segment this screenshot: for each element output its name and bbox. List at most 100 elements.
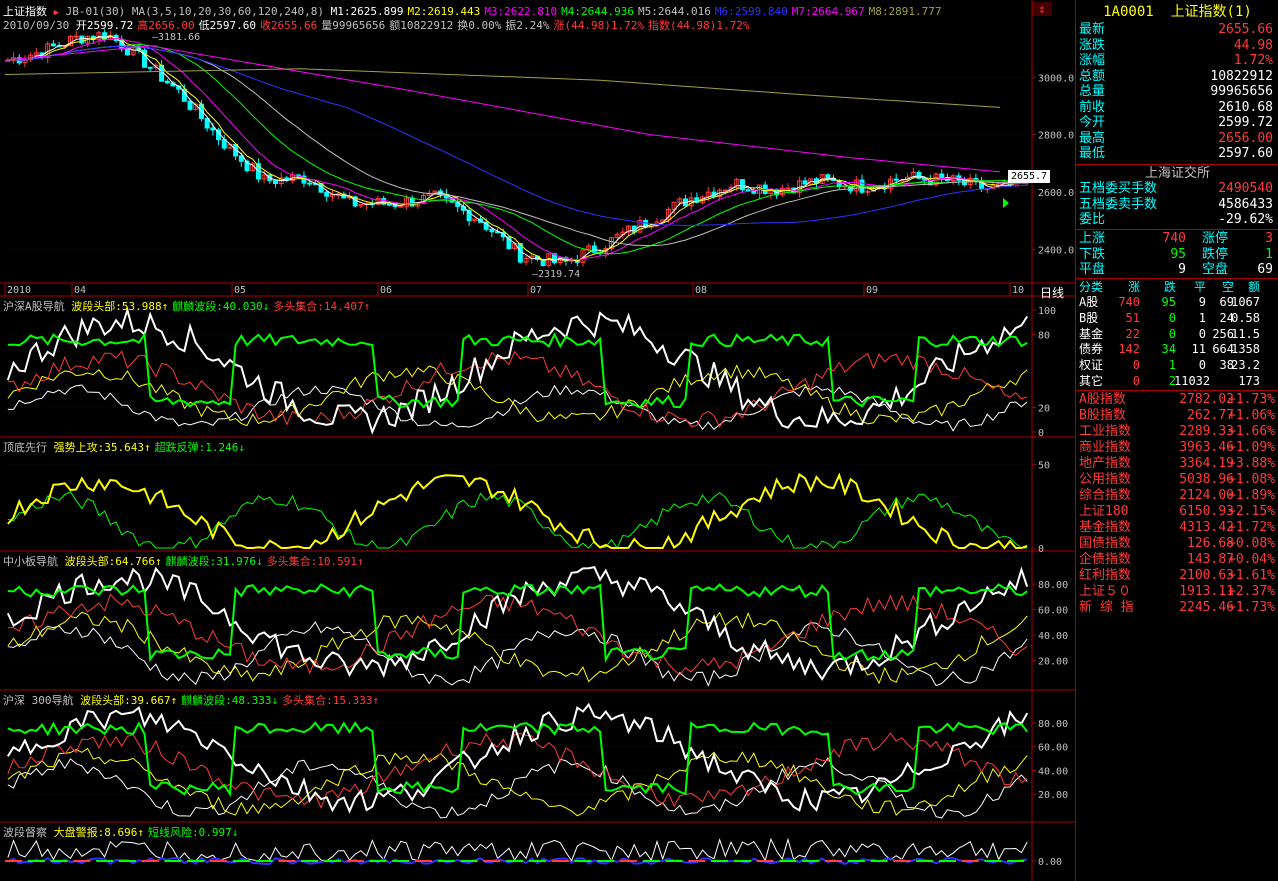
y-tick-label: 0 bbox=[1038, 428, 1044, 439]
quote-row: 总量 99965656 bbox=[1079, 84, 1273, 99]
quote-row: 涨幅 1.72% bbox=[1079, 53, 1273, 68]
pane-title-top-bottom: 顶底先行 强势上攻:35.643↑ 超跌反弹:1.246↓ bbox=[3, 441, 245, 454]
index-row[interactable]: 企债指数 143.87 +0.04% bbox=[1076, 552, 1278, 568]
y-tick-label: 20.00 bbox=[1038, 790, 1068, 801]
index-row[interactable]: 上证180 6150.93 +2.15% bbox=[1076, 504, 1278, 520]
month-label: 08 bbox=[695, 285, 707, 296]
order-row: 委比 -29.62% bbox=[1079, 212, 1273, 227]
category-row: 权证 0 1 0 38 23.2 bbox=[1079, 358, 1260, 373]
index-row[interactable]: 红利指数 2100.63 +1.61% bbox=[1076, 568, 1278, 584]
quote-row: 最高 2656.00 bbox=[1079, 130, 1273, 146]
index-row[interactable]: 工业指数 2289.33 +1.66% bbox=[1076, 424, 1278, 440]
y-tick-label: 50 bbox=[1038, 461, 1050, 472]
pane-value: 波段头部:39.667↑ bbox=[80, 694, 178, 707]
indicator-line bbox=[7, 583, 1028, 664]
index-row[interactable]: 新 综 指 2245.46 +1.73% bbox=[1076, 600, 1278, 616]
y-tick-label: 2800.0 bbox=[1038, 131, 1074, 142]
y-tick-label: 60.00 bbox=[1038, 743, 1068, 754]
pane-value: 强势上攻:35.643↑ bbox=[53, 441, 151, 454]
breadth-row: 平盘 9 空盘 69 bbox=[1079, 262, 1273, 277]
chart-area[interactable]: 上证指数 ▶ JB-01(30) MA(3,5,10,20,30,60,120,… bbox=[0, 0, 1075, 881]
y-tick-label: 20 bbox=[1038, 404, 1050, 415]
candle-body bbox=[73, 35, 79, 38]
category-row: 其它 0 2 11032 173 bbox=[1079, 374, 1260, 388]
candle-body bbox=[50, 43, 56, 47]
y-tick-label: 2400.0 bbox=[1038, 245, 1074, 256]
category-row: B股 51 0 1 24 0.58 bbox=[1079, 310, 1260, 325]
quote-row: 最新 2655.66 bbox=[1079, 22, 1273, 37]
index-row[interactable]: 商业指数 3963.46 +1.09% bbox=[1076, 440, 1278, 456]
y-tick-label: 20.00 bbox=[1038, 657, 1068, 668]
candle-body bbox=[865, 190, 871, 193]
month-label: 06 bbox=[380, 285, 392, 296]
candle-body bbox=[939, 173, 945, 179]
month-label: 2010 bbox=[7, 285, 31, 296]
pane-value: 多头集合:15.333↑ bbox=[282, 694, 380, 707]
pane-title-wave-inspector: 波段督察 大盘警报:8.696↑ 短线风险:0.997↓ bbox=[3, 826, 239, 839]
indicator-line bbox=[7, 350, 1028, 428]
category-header: 分类涨跌平空额 bbox=[1079, 280, 1260, 294]
low-label: —2319.74 bbox=[532, 269, 580, 280]
index-row[interactable]: 公用指数 5038.96 +1.08% bbox=[1076, 472, 1278, 488]
pane-value: 短线风险:0.997↓ bbox=[147, 826, 239, 839]
cursor-arrow-icon bbox=[1003, 198, 1009, 208]
y-tick-label: 0.00 bbox=[1038, 857, 1062, 868]
y-tick-label: 60.00 bbox=[1038, 606, 1068, 617]
indicator-line bbox=[6, 702, 1029, 814]
quote-header: 1A0001 上证指数(1) bbox=[1076, 2, 1278, 22]
candle-body bbox=[272, 180, 278, 185]
index-row[interactable]: 地产指数 3364.19 +3.88% bbox=[1076, 456, 1278, 472]
pane-value: 多头集合:14.407↑ bbox=[273, 300, 371, 313]
last-price-tag: 2655.7 bbox=[1008, 170, 1050, 183]
indicator-line bbox=[7, 757, 1028, 819]
quote-row: 前收 2610.68 bbox=[1079, 99, 1273, 115]
candle-body bbox=[307, 182, 313, 185]
indicator-line bbox=[6, 306, 1028, 435]
category-row: A股 740 95 9 69 1067 bbox=[1079, 295, 1260, 309]
quote-row: 涨跌 44.98 bbox=[1079, 37, 1273, 53]
y-tick-label: 40.00 bbox=[1038, 631, 1068, 642]
candle-body bbox=[164, 80, 170, 84]
candle-body bbox=[489, 228, 495, 233]
candle-body bbox=[802, 180, 808, 185]
y-tick-label: 40.00 bbox=[1038, 766, 1068, 777]
y-tick-label: 80.00 bbox=[1038, 580, 1068, 591]
moving-average-line bbox=[4, 68, 1001, 108]
candle-body bbox=[386, 203, 392, 206]
index-row[interactable]: 国债指数 126.68 +0.08% bbox=[1076, 536, 1278, 552]
y-tick-label: 80.00 bbox=[1038, 719, 1068, 730]
pane-value: 多头集合:10.591↑ bbox=[266, 555, 364, 568]
quote-row: 今开 2599.72 bbox=[1079, 115, 1273, 130]
candle-body bbox=[124, 48, 130, 56]
indicator-line bbox=[7, 621, 1028, 687]
month-label: 05 bbox=[234, 285, 246, 296]
indicator-line bbox=[7, 611, 1028, 685]
order-row: 五档委买手数 2490540 bbox=[1079, 181, 1273, 196]
index-row[interactable]: B股指数 262.77 +1.06% bbox=[1076, 408, 1278, 424]
candle-body bbox=[324, 191, 330, 197]
candle-body bbox=[825, 174, 831, 180]
pane-value: 超跌反弹:1.246↓ bbox=[154, 441, 245, 454]
index-row[interactable]: 基金指数 4313.42 +1.72% bbox=[1076, 520, 1278, 536]
y-tick-label: 100 bbox=[1038, 306, 1056, 317]
index-row[interactable]: 上证５０ 1913.11 +2.37% bbox=[1076, 584, 1278, 600]
index-row[interactable]: 综合指数 2124.00 +1.89% bbox=[1076, 488, 1278, 504]
period-label[interactable]: 日线 bbox=[1040, 284, 1064, 301]
y-tick-label: 0 bbox=[1038, 544, 1044, 555]
pane-value: 大盘警报:8.696↑ bbox=[53, 826, 144, 839]
category-row: 债券 142 34 11 664 1358 bbox=[1079, 342, 1260, 357]
stock-code: 1A0001 bbox=[1103, 4, 1154, 20]
quote-row: 最低 2597.60 bbox=[1079, 146, 1273, 161]
candle-body bbox=[187, 100, 193, 110]
stock-name: 上证指数(1) bbox=[1170, 4, 1252, 20]
month-label: 04 bbox=[74, 285, 86, 296]
candle-body bbox=[893, 178, 899, 181]
pane-value: 波段头部:64.766↑ bbox=[64, 555, 162, 568]
indicator-line bbox=[7, 472, 1028, 550]
month-label: 07 bbox=[530, 285, 542, 296]
pane-title-hs300: 沪深 300导航 波段头部:39.667↑ 麒麟波段:48.333↓ 多头集合:15… bbox=[3, 694, 380, 707]
pane-value: 波段头部:53.988↑ bbox=[71, 300, 169, 313]
pane-title-a-share: 沪深A股导航 波段头部:53.988↑ 麒麟波段:40.030↓ 多头集合:14.4… bbox=[3, 300, 371, 313]
index-row[interactable]: A股指数 2782.02 +1.73% bbox=[1076, 392, 1278, 408]
pane-value: 麒麟波段:40.030↓ bbox=[172, 300, 270, 313]
